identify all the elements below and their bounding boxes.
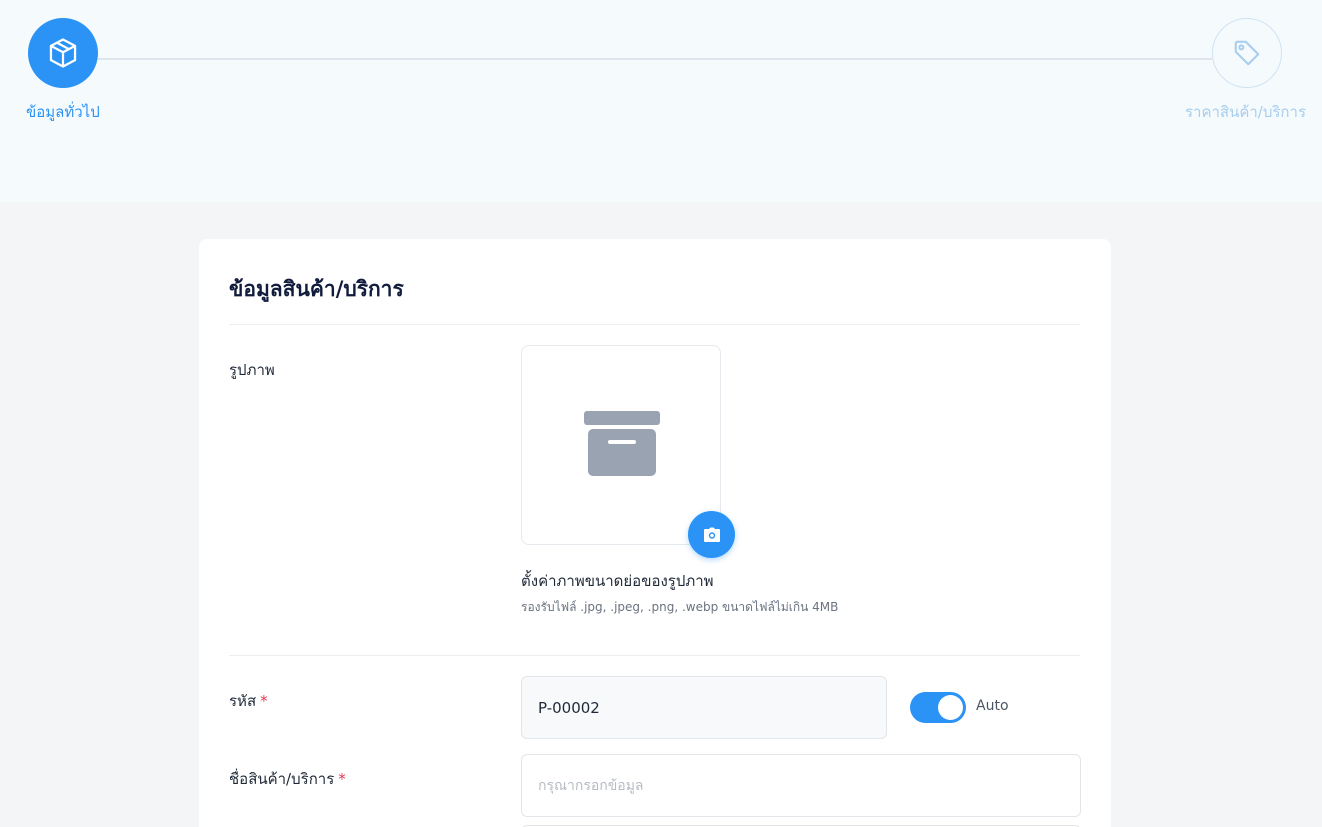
step-general-info[interactable]: ข้อมูลทั่วไป (26, 18, 100, 121)
cube-icon (49, 38, 77, 68)
product-name-input[interactable] (521, 754, 1081, 817)
file-type-hint: รองรับไฟล์ .jpg, .jpeg, .png, .webp ขนาด… (521, 600, 839, 614)
divider (229, 655, 1080, 656)
step-label: ข้อมูลทั่วไป (26, 103, 100, 121)
step-circle-active (28, 18, 98, 88)
step-pricing[interactable]: ราคาสินค้า/บริการ (1185, 18, 1306, 121)
step-circle-inactive (1212, 18, 1282, 88)
archive-icon (584, 411, 660, 476)
image-upload-box[interactable] (521, 345, 721, 545)
required-mark: * (338, 770, 346, 788)
thumbnail-settings-title: ตั้งค่าภาพขนาดย่อของรูปภาพ (521, 572, 714, 590)
divider (229, 324, 1080, 325)
card-title: ข้อมูลสินค้า/บริการ (229, 277, 404, 301)
product-info-card: ข้อมูลสินค้า/บริการ รูปภาพ ตั้งค่าภาพขนา… (199, 239, 1111, 827)
name-label: ชื่อสินค้า/บริการ * (229, 767, 346, 791)
camera-upload-button[interactable] (688, 511, 735, 558)
tag-icon (1234, 40, 1260, 66)
code-input[interactable] (521, 676, 887, 739)
stepper: ข้อมูลทั่วไป ราคาสินค้า/บริการ (0, 0, 1322, 202)
code-label-text: รหัส (229, 692, 257, 710)
image-label: รูปภาพ (229, 361, 275, 379)
toggle-knob (938, 695, 963, 720)
name-label-text: ชื่อสินค้า/บริการ (229, 770, 335, 788)
camera-icon (703, 527, 720, 542)
stepper-connector (98, 58, 1212, 60)
auto-toggle-label: Auto (976, 698, 1009, 714)
auto-code-toggle[interactable] (910, 692, 966, 723)
required-mark: * (260, 692, 268, 710)
step-label: ราคาสินค้า/บริการ (1185, 103, 1306, 121)
code-label: รหัส * (229, 689, 268, 713)
